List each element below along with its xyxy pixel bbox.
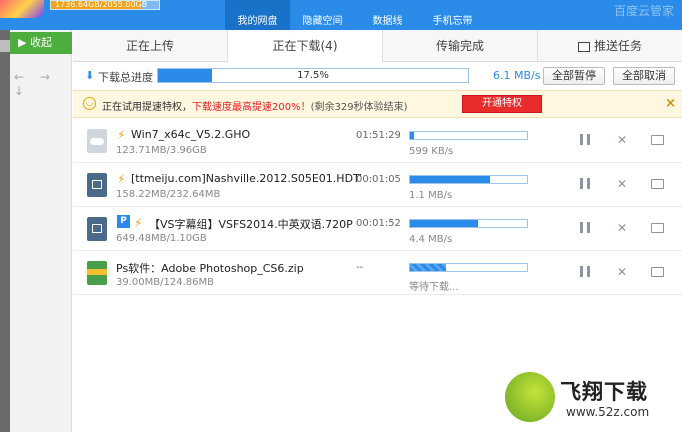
sidebar-edge-icon — [0, 40, 10, 52]
cancel-icon[interactable]: ✕ — [615, 177, 629, 191]
push-icon — [577, 41, 590, 52]
collapse-arrow-icon: ▶ — [18, 36, 30, 49]
pause-icon[interactable] — [580, 222, 590, 233]
zip-file-icon — [87, 261, 107, 285]
storage-quota-text: 1736.64GB/2055.00GB — [55, 0, 148, 9]
download-task-row[interactable]: ⚡ Win7_x64c_V5.2.GHO 123.71MB/3.96GB 01:… — [73, 119, 682, 163]
brand-logo: 百度云管家 — [614, 2, 674, 19]
video-file-icon — [87, 217, 107, 241]
brand-text: 百度云管家 — [613, 4, 674, 18]
promo-text: 正在试用提速特权，下载速度最高提速200%！(剩余329秒体验结束) — [102, 98, 407, 113]
folder-icon[interactable] — [651, 267, 664, 277]
transfer-tabs: 正在上传 正在下载(4) 传输完成 推送任务 — [73, 30, 682, 62]
pause-icon[interactable] — [580, 134, 590, 145]
task-status: 等待下载... — [409, 282, 459, 293]
tab-completed[interactable]: 传输完成 — [383, 30, 538, 62]
left-strip — [0, 30, 10, 432]
task-progress-fill — [410, 264, 447, 271]
task-file-name: 【VS字幕组】VSFS2014.中英双语.720P（附... — [149, 218, 354, 231]
task-file-name: Ps软件：Adobe Photoshop_CS6.zip — [116, 262, 304, 275]
top-bar: 1736.64GB/2055.00GB 我的网盘 隐藏空间 数据线 手机忘带 百… — [0, 0, 682, 30]
speedup-bolt-icon: ⚡ — [134, 216, 143, 230]
nav-my-netdisk[interactable]: 我的网盘 — [225, 0, 290, 30]
task-progress-bar — [409, 131, 528, 140]
overall-progress-label: 下载总进度 — [98, 71, 153, 84]
task-progress-fill — [410, 220, 478, 227]
history-nav-arrows[interactable]: ← → ↓ — [14, 70, 71, 98]
task-file-name: [ttmeiju.com]Nashville.2012.S05E01.HDTV.… — [131, 172, 361, 185]
cancel-icon[interactable]: ✕ — [615, 265, 629, 279]
task-file-size: 39.00MB/124.86MB — [116, 277, 214, 288]
promo-text-intro: 正在试用提速特权， — [102, 102, 192, 113]
storage-quota-bar: 1736.64GB/2055.00GB — [50, 0, 160, 10]
activate-privilege-button[interactable]: 开通特权 — [462, 95, 542, 113]
task-speed: 1.1 MB/s — [409, 190, 453, 201]
collapse-label: 收起 — [29, 36, 52, 49]
cancel-icon[interactable]: ✕ — [615, 133, 629, 147]
nav-my-netdisk-label: 我的网盘 — [237, 16, 278, 27]
nav-data-cable-label: 数据线 — [372, 16, 403, 27]
download-arrow-icon: ⬇ — [85, 69, 95, 82]
download-task-row[interactable]: P ⚡ 【VS字幕组】VSFS2014.中英双语.720P（附... 649.4… — [73, 207, 682, 251]
avatar[interactable] — [0, 0, 44, 18]
watermark-url: www.52z.com — [566, 405, 650, 419]
tab-push-label: 推送任务 — [593, 39, 642, 53]
promo-text-remaining: (剩余329秒体验结束) — [310, 102, 408, 113]
speedup-promo-bar: ◡ 正在试用提速特权，下载速度最高提速200%！(剩余329秒体验结束) 开通特… — [73, 90, 682, 118]
task-file-size: 649.48MB/1.10GB — [116, 233, 207, 244]
task-file-name: Win7_x64c_V5.2.GHO — [131, 128, 251, 141]
cancel-icon[interactable]: ✕ — [615, 221, 629, 235]
download-task-row[interactable]: ⚡ [ttmeiju.com]Nashville.2012.S05E01.HDT… — [73, 163, 682, 207]
nav-data-cable[interactable]: 数据线 — [355, 0, 420, 30]
cloud-file-icon — [87, 129, 107, 153]
task-file-size: 123.71MB/3.96GB — [116, 145, 207, 156]
speedup-bolt-icon: ⚡ — [117, 172, 126, 186]
smile-icon: ◡ — [83, 97, 96, 110]
task-progress-bar — [409, 175, 528, 184]
overall-progress-percent: 17.5% — [297, 70, 329, 81]
promo-text-highlight: 下载速度最高提速200%！ — [192, 102, 311, 113]
speedup-bolt-icon: ⚡ — [117, 128, 126, 142]
folder-icon[interactable] — [651, 179, 664, 189]
nav-phone-forgot-label: 手机忘带 — [432, 16, 473, 27]
pause-icon[interactable] — [580, 266, 590, 277]
task-progress-bar — [409, 219, 528, 228]
tab-uploading[interactable]: 正在上传 — [73, 30, 228, 62]
video-file-icon — [87, 173, 107, 197]
task-progress-fill — [410, 132, 414, 139]
watermark-text: 飞翔下载 — [560, 380, 648, 404]
task-file-size: 158.22MB/232.64MB — [116, 189, 221, 200]
folder-icon[interactable] — [651, 135, 664, 145]
pause-icon[interactable] — [580, 178, 590, 189]
nav-hidden-space[interactable]: 隐藏空间 — [290, 0, 355, 30]
task-speed: 4.4 MB/s — [409, 234, 453, 245]
task-progress-fill — [410, 176, 490, 183]
download-task-row[interactable]: Ps软件：Adobe Photoshop_CS6.zip 39.00MB/124… — [73, 251, 682, 295]
task-speed: 599 KB/s — [409, 146, 454, 157]
tab-downloading[interactable]: 正在下载(4) — [228, 30, 383, 62]
main-nav: 我的网盘 隐藏空间 数据线 手机忘带 — [225, 0, 485, 30]
p-badge-icon: P — [117, 215, 130, 228]
nav-phone-forgot[interactable]: 手机忘带 — [420, 0, 485, 30]
task-progress-bar — [409, 263, 528, 272]
overall-progress-bar: 17.5% — [157, 68, 469, 83]
nav-hidden-space-label: 隐藏空间 — [302, 16, 343, 27]
overall-progress-row: ⬇ 下载总进度 17.5% 6.1 MB/s 全部暂停 全部取消 — [73, 63, 682, 89]
folder-icon[interactable] — [651, 223, 664, 233]
task-remaining-time: 01:51:29 — [356, 130, 401, 141]
pause-all-button[interactable]: 全部暂停 — [543, 67, 605, 85]
collapse-button[interactable]: ▶ 收起 — [10, 32, 72, 54]
close-icon[interactable]: × — [665, 96, 676, 111]
cancel-all-button[interactable]: 全部取消 — [613, 67, 675, 85]
task-remaining-time: -- — [356, 262, 364, 273]
left-sidebar: ▶ 收起 ← → ↓ — [0, 30, 72, 432]
overall-speed: 6.1 MB/s — [493, 69, 541, 82]
tab-push-tasks[interactable]: 推送任务 — [538, 30, 682, 62]
task-remaining-time: 00:01:52 — [356, 218, 401, 229]
task-remaining-time: 00:01:05 — [356, 174, 401, 185]
watermark-logo — [505, 372, 555, 422]
